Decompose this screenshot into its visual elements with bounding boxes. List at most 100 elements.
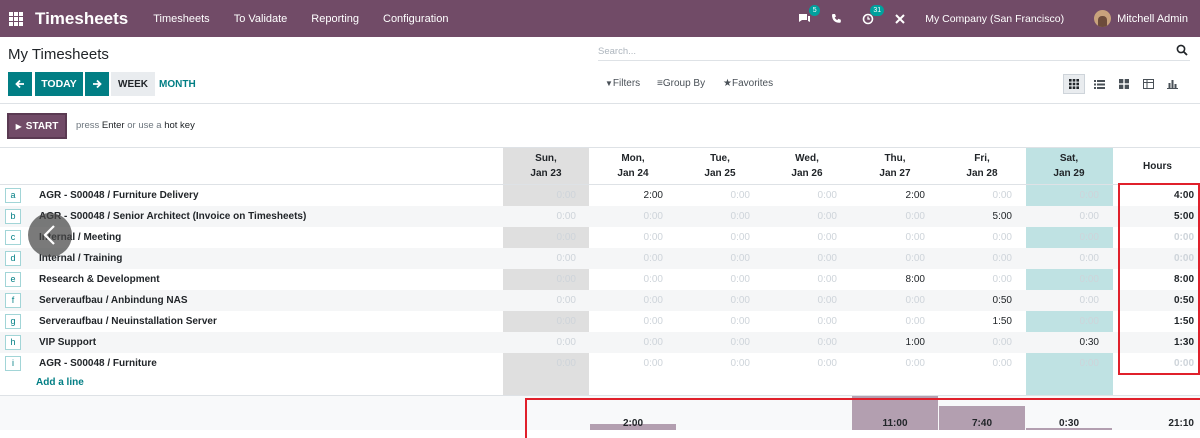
menu-reporting[interactable]: Reporting — [311, 13, 359, 25]
timesheet-cell[interactable]: 0:00 — [852, 311, 925, 332]
user-menu[interactable]: Mitchell Admin — [1117, 13, 1188, 25]
apps-menu-icon[interactable] — [9, 11, 23, 26]
previous-button[interactable] — [8, 72, 32, 96]
timesheet-cell[interactable]: 0:00 — [590, 332, 663, 353]
timesheet-cell[interactable]: 0:00 — [1026, 248, 1099, 269]
timesheet-cell[interactable]: 0:00 — [677, 206, 750, 227]
timesheet-cell[interactable]: 0:00 — [1026, 227, 1099, 248]
timesheet-cell[interactable]: 0:30 — [1026, 332, 1099, 353]
timesheet-cell[interactable]: 0:00 — [503, 290, 576, 311]
group-by-dropdown[interactable]: ≡Group By — [657, 78, 705, 89]
close-debug-icon[interactable] — [893, 12, 907, 26]
row-label[interactable]: Serveraufbau / Anbindung NAS — [39, 290, 188, 311]
timesheet-cell[interactable]: 0:00 — [677, 290, 750, 311]
timesheet-cell[interactable]: 0:00 — [1026, 290, 1099, 311]
list-view-button[interactable] — [1088, 74, 1110, 94]
timesheet-cell[interactable]: 0:00 — [1026, 311, 1099, 332]
timesheet-cell[interactable]: 2:00 — [590, 185, 663, 206]
grid-view-button[interactable] — [1063, 74, 1085, 94]
activity-clock-icon[interactable]: 31 — [861, 4, 885, 26]
row-label[interactable]: AGR - S00048 / Senior Architect (Invoice… — [39, 206, 306, 227]
row-label[interactable]: AGR - S00048 / Furniture Delivery — [39, 185, 199, 206]
search-icon[interactable] — [1176, 44, 1188, 56]
timesheet-cell[interactable]: 0:00 — [677, 185, 750, 206]
timesheet-cell[interactable]: 0:00 — [503, 332, 576, 353]
timesheet-cell[interactable]: 0:00 — [764, 248, 837, 269]
timesheet-cell[interactable]: 0:00 — [852, 353, 925, 374]
timesheet-cell[interactable]: 0:00 — [590, 290, 663, 311]
row-label[interactable]: Serveraufbau / Neuinstallation Server — [39, 311, 217, 332]
timesheet-cell[interactable]: 0:00 — [939, 227, 1012, 248]
timesheet-cell[interactable]: 0:00 — [590, 269, 663, 290]
carousel-prev-button[interactable] — [28, 213, 72, 257]
timesheet-cell[interactable]: 0:00 — [852, 290, 925, 311]
timesheet-cell[interactable]: 0:00 — [852, 227, 925, 248]
timesheet-cell[interactable]: 0:00 — [764, 353, 837, 374]
timesheet-cell[interactable]: 1:50 — [939, 311, 1012, 332]
timesheet-cell[interactable]: 0:00 — [677, 311, 750, 332]
timesheet-cell[interactable]: 0:00 — [677, 227, 750, 248]
timesheet-cell[interactable]: 0:00 — [590, 248, 663, 269]
timesheet-cell[interactable]: 0:00 — [1026, 185, 1099, 206]
timesheet-cell[interactable]: 0:00 — [503, 248, 576, 269]
row-label[interactable]: AGR - S00048 / Furniture — [39, 353, 157, 374]
timesheet-cell[interactable]: 0:00 — [503, 185, 576, 206]
phone-icon[interactable] — [829, 12, 843, 26]
timesheet-cell[interactable]: 0:00 — [1026, 353, 1099, 374]
timesheet-cell[interactable]: 0:00 — [677, 332, 750, 353]
next-button[interactable] — [85, 72, 109, 96]
timesheet-cell[interactable]: 0:00 — [677, 248, 750, 269]
week-button[interactable]: WEEK — [111, 72, 155, 96]
timesheet-cell[interactable]: 0:00 — [852, 248, 925, 269]
timesheet-cell[interactable]: 0:00 — [852, 206, 925, 227]
timesheet-cell[interactable]: 0:00 — [939, 353, 1012, 374]
start-timer-button[interactable]: ▶ START — [7, 113, 67, 139]
add-line-link[interactable]: Add a line — [36, 377, 84, 388]
timesheet-cell[interactable]: 1:00 — [852, 332, 925, 353]
pivot-view-button[interactable] — [1137, 74, 1159, 94]
timesheet-cell[interactable]: 0:00 — [503, 311, 576, 332]
company-switcher[interactable]: My Company (San Francisco) — [925, 13, 1064, 25]
search-input[interactable]: Search... — [598, 43, 1190, 61]
favorites-dropdown[interactable]: ★Favorites — [723, 78, 773, 89]
timesheet-cell[interactable]: 0:00 — [503, 353, 576, 374]
timesheet-cell[interactable]: 0:00 — [939, 185, 1012, 206]
timesheet-cell[interactable]: 0:00 — [590, 227, 663, 248]
timesheet-cell[interactable]: 0:00 — [503, 269, 576, 290]
timesheet-cell[interactable]: 0:00 — [939, 332, 1012, 353]
avatar[interactable] — [1094, 10, 1112, 27]
timesheet-cell[interactable]: 0:00 — [1026, 269, 1099, 290]
timesheet-cell[interactable]: 2:00 — [852, 185, 925, 206]
timesheet-cell[interactable]: 5:00 — [939, 206, 1012, 227]
timesheet-cell[interactable]: 0:00 — [764, 206, 837, 227]
kanban-view-button[interactable] — [1113, 74, 1135, 94]
timesheet-cell[interactable]: 0:00 — [764, 290, 837, 311]
month-button[interactable]: MONTH — [159, 72, 196, 96]
timesheet-cell[interactable]: 0:00 — [677, 353, 750, 374]
timesheet-cell[interactable]: 0:00 — [764, 332, 837, 353]
timesheet-cell[interactable]: 0:00 — [764, 227, 837, 248]
menu-configuration[interactable]: Configuration — [383, 13, 448, 25]
timesheet-cell[interactable]: 8:00 — [852, 269, 925, 290]
timesheet-cell[interactable]: 0:00 — [590, 311, 663, 332]
row-label[interactable]: Research & Development — [39, 269, 160, 290]
timesheet-cell[interactable]: 0:00 — [677, 269, 750, 290]
filters-dropdown[interactable]: ▼Filters — [605, 78, 640, 89]
timesheet-cell[interactable]: 0:00 — [1026, 206, 1099, 227]
timesheet-cell[interactable]: 0:00 — [590, 353, 663, 374]
app-brand[interactable]: Timesheets — [35, 9, 128, 29]
timesheet-cell[interactable]: 0:00 — [939, 248, 1012, 269]
timesheet-cell[interactable]: 0:00 — [590, 206, 663, 227]
timesheet-cell[interactable]: 0:00 — [764, 185, 837, 206]
graph-view-button[interactable] — [1161, 74, 1183, 94]
timesheet-cell[interactable]: 0:00 — [503, 206, 576, 227]
timesheet-cell[interactable]: 0:00 — [503, 227, 576, 248]
chat-icon[interactable]: 5 — [797, 4, 821, 26]
menu-timesheets[interactable]: Timesheets — [153, 13, 209, 25]
menu-to-validate[interactable]: To Validate — [234, 13, 288, 25]
timesheet-cell[interactable]: 0:50 — [939, 290, 1012, 311]
timesheet-cell[interactable]: 0:00 — [764, 269, 837, 290]
today-button[interactable]: TODAY — [35, 72, 83, 96]
timesheet-cell[interactable]: 0:00 — [764, 311, 837, 332]
timesheet-cell[interactable]: 0:00 — [939, 269, 1012, 290]
